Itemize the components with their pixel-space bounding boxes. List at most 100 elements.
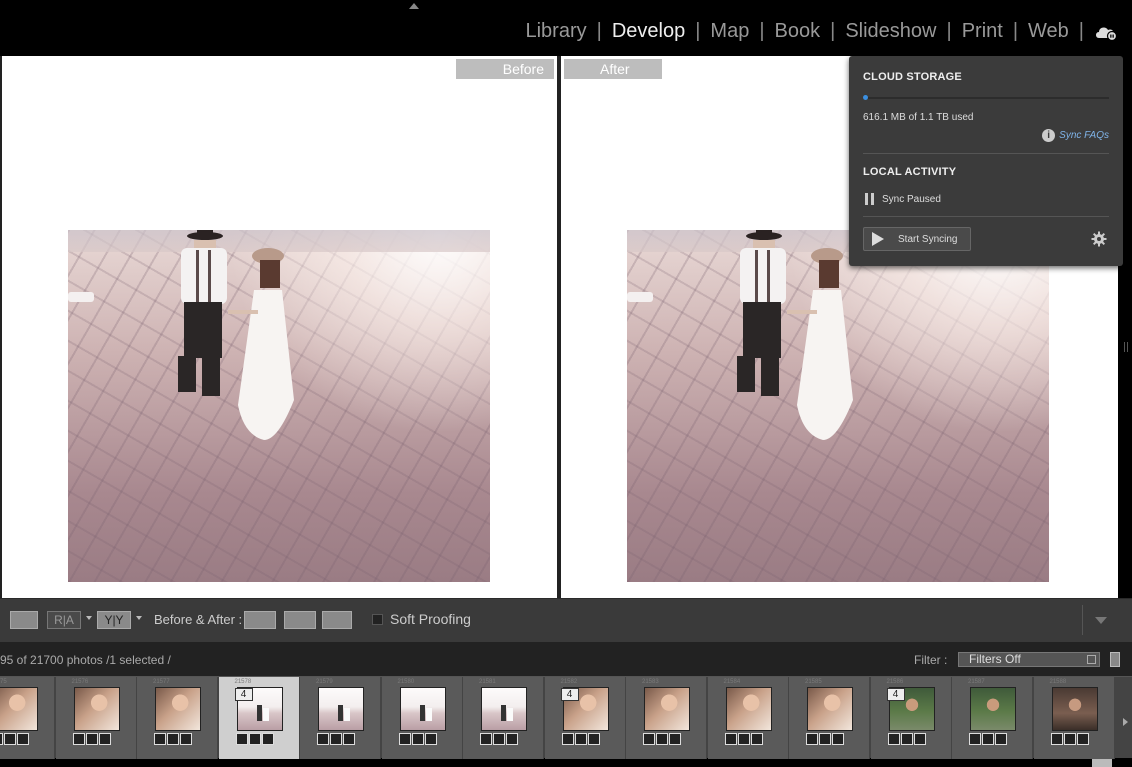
metadata-badge-icon[interactable] bbox=[480, 733, 492, 745]
filmstrip-thumbnail[interactable] bbox=[725, 687, 772, 731]
module-develop[interactable]: Develop bbox=[610, 20, 687, 43]
sync-faqs-label[interactable]: Sync FAQs bbox=[1059, 130, 1109, 141]
stack-count-badge[interactable]: 4 bbox=[886, 688, 905, 701]
develop-badge-icon[interactable] bbox=[832, 733, 844, 745]
filmstrip-cell[interactable]: 21582 4 bbox=[544, 677, 626, 759]
develop-badge-icon[interactable] bbox=[506, 733, 518, 745]
metadata-badge-icon[interactable] bbox=[561, 733, 574, 745]
filmstrip-cell[interactable]: 21588 bbox=[1033, 677, 1115, 759]
right-panel-handle[interactable] bbox=[1124, 342, 1128, 352]
filmstrip-thumbnail[interactable] bbox=[318, 687, 364, 731]
filmstrip-cell[interactable]: 21575 bbox=[0, 677, 55, 759]
filmstrip-cell[interactable]: 21585 bbox=[789, 677, 870, 759]
filmstrip-scroll-right-icon[interactable] bbox=[1123, 718, 1128, 726]
module-slideshow[interactable]: Slideshow bbox=[843, 20, 938, 43]
collapse-top-panel-arrow-icon[interactable] bbox=[409, 3, 419, 9]
filmstrip-cell[interactable]: 21584 bbox=[707, 677, 789, 759]
develop-badge-icon[interactable] bbox=[17, 733, 29, 745]
module-library[interactable]: Library bbox=[523, 20, 588, 43]
stack-count-badge[interactable]: 4 bbox=[234, 688, 253, 701]
copy-after-to-before-button[interactable] bbox=[284, 611, 316, 629]
collection-badge-icon[interactable] bbox=[85, 733, 98, 745]
module-map[interactable]: Map bbox=[708, 20, 751, 43]
yy-dropdown-caret-icon[interactable] bbox=[136, 616, 142, 620]
develop-badge-icon[interactable] bbox=[995, 733, 1007, 745]
filter-select[interactable]: Filters Off bbox=[958, 652, 1100, 667]
filmstrip-cell[interactable]: 21576 bbox=[55, 677, 137, 759]
metadata-badge-icon[interactable] bbox=[887, 733, 900, 745]
collection-badge-icon[interactable] bbox=[411, 733, 424, 745]
develop-badge-icon[interactable] bbox=[261, 733, 274, 745]
develop-badge-icon[interactable] bbox=[98, 733, 111, 745]
develop-badge-icon[interactable] bbox=[343, 733, 355, 745]
develop-badge-icon[interactable] bbox=[424, 733, 437, 745]
filmstrip-thumbnail[interactable] bbox=[481, 687, 527, 731]
module-book[interactable]: Book bbox=[773, 20, 823, 43]
collection-badge-icon[interactable] bbox=[982, 733, 994, 745]
metadata-badge-icon[interactable] bbox=[724, 733, 737, 745]
loupe-view-button[interactable] bbox=[10, 611, 38, 629]
develop-badge-icon[interactable] bbox=[1076, 733, 1089, 745]
stack-count-badge[interactable]: 4 bbox=[560, 688, 579, 701]
filmstrip-thumbnail[interactable] bbox=[1051, 687, 1098, 731]
compare-yy-view-button[interactable]: Y|Y bbox=[97, 611, 131, 629]
filmstrip-cell[interactable]: 21583 bbox=[626, 677, 707, 759]
soft-proofing-checkbox[interactable] bbox=[372, 614, 383, 625]
collection-badge-icon[interactable] bbox=[330, 733, 342, 745]
collection-badge-icon[interactable] bbox=[737, 733, 750, 745]
metadata-badge-icon[interactable] bbox=[806, 733, 818, 745]
thumbnail-figure bbox=[338, 705, 343, 721]
before-pane[interactable]: Before bbox=[2, 56, 557, 598]
filmstrip-scrollbar-thumb[interactable] bbox=[1092, 759, 1112, 767]
metadata-badge-icon[interactable] bbox=[154, 733, 166, 745]
metadata-badge-icon[interactable] bbox=[398, 733, 411, 745]
filter-lock-icon[interactable] bbox=[1110, 652, 1120, 667]
collection-badge-icon[interactable] bbox=[900, 733, 913, 745]
cloud-sync-icon[interactable] bbox=[1094, 23, 1118, 41]
filmstrip-thumbnail[interactable] bbox=[807, 687, 853, 731]
sync-faqs-link[interactable]: i Sync FAQs bbox=[1042, 129, 1109, 142]
filmstrip-cell[interactable]: 21578 4 bbox=[218, 677, 300, 759]
module-web[interactable]: Web bbox=[1026, 20, 1071, 43]
start-syncing-button[interactable]: Start Syncing bbox=[863, 227, 971, 251]
metadata-badge-icon[interactable] bbox=[317, 733, 329, 745]
filmstrip-cell[interactable]: 21577 bbox=[137, 677, 218, 759]
develop-badge-icon[interactable] bbox=[180, 733, 192, 745]
gear-icon[interactable] bbox=[1091, 231, 1107, 247]
collection-badge-icon[interactable] bbox=[1063, 733, 1076, 745]
filmstrip-cell[interactable]: 21579 bbox=[300, 677, 381, 759]
module-print[interactable]: Print bbox=[960, 20, 1005, 43]
collection-badge-icon[interactable] bbox=[656, 733, 668, 745]
filmstrip-thumbnail[interactable] bbox=[0, 687, 38, 731]
filmstrip-thumbnail[interactable] bbox=[155, 687, 201, 731]
develop-badge-icon[interactable] bbox=[669, 733, 681, 745]
filmstrip-thumbnail[interactable] bbox=[399, 687, 446, 731]
metadata-badge-icon[interactable] bbox=[235, 733, 248, 745]
collection-badge-icon[interactable] bbox=[493, 733, 505, 745]
metadata-badge-icon[interactable] bbox=[1050, 733, 1063, 745]
collection-badge-icon[interactable] bbox=[248, 733, 261, 745]
collection-badge-icon[interactable] bbox=[4, 733, 16, 745]
toolbar-menu-chevron-down-icon[interactable] bbox=[1095, 617, 1107, 624]
metadata-badge-icon[interactable] bbox=[969, 733, 981, 745]
filmstrip-cell[interactable]: 21586 4 bbox=[870, 677, 952, 759]
compare-ra-view-button[interactable]: R|A bbox=[47, 611, 81, 629]
filmstrip-thumbnail[interactable] bbox=[73, 687, 120, 731]
filmstrip-thumbnail[interactable] bbox=[644, 687, 690, 731]
filmstrip-cell[interactable]: 21580 bbox=[381, 677, 463, 759]
filmstrip-cell[interactable]: 21581 bbox=[463, 677, 544, 759]
collection-badge-icon[interactable] bbox=[819, 733, 831, 745]
collection-badge-icon[interactable] bbox=[574, 733, 587, 745]
ra-dropdown-caret-icon[interactable] bbox=[86, 616, 92, 620]
metadata-badge-icon[interactable] bbox=[643, 733, 655, 745]
develop-badge-icon[interactable] bbox=[750, 733, 763, 745]
filmstrip-thumbnail[interactable] bbox=[970, 687, 1016, 731]
filmstrip-cell[interactable]: 21587 bbox=[952, 677, 1033, 759]
develop-badge-icon[interactable] bbox=[913, 733, 926, 745]
copy-before-to-after-button[interactable] bbox=[244, 611, 276, 629]
collection-badge-icon[interactable] bbox=[167, 733, 179, 745]
metadata-badge-icon[interactable] bbox=[72, 733, 85, 745]
swap-before-after-button[interactable] bbox=[322, 611, 352, 629]
metadata-badge-icon[interactable] bbox=[0, 733, 3, 745]
develop-badge-icon[interactable] bbox=[587, 733, 600, 745]
